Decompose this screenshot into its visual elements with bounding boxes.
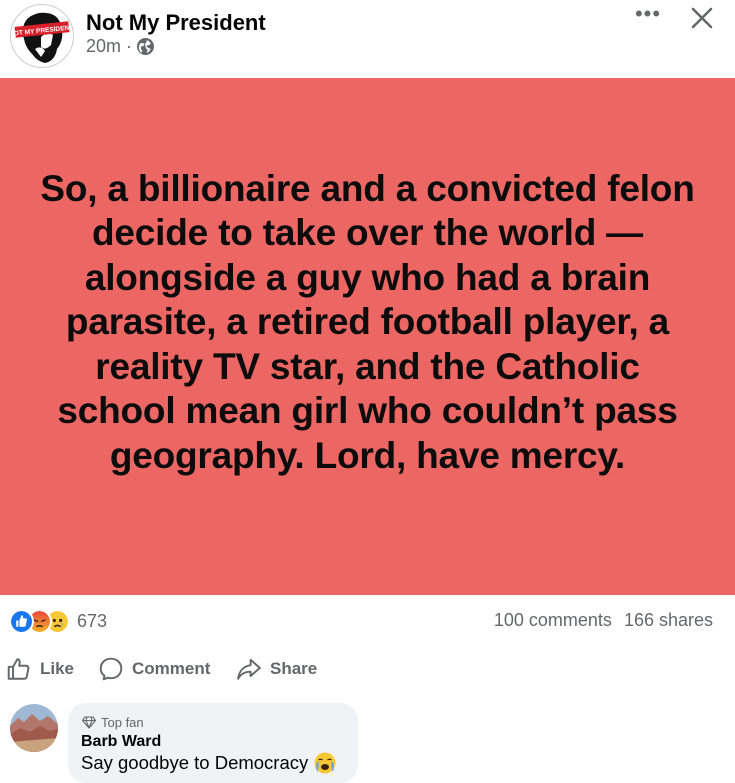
comment-bubble: Top fan Barb Ward Say goodbye to Democra… xyxy=(68,703,358,783)
reaction-count[interactable]: 673 xyxy=(77,611,107,632)
comment-text: Say goodbye to Democracy xyxy=(81,752,336,774)
close-icon[interactable] xyxy=(688,4,716,32)
reactions-summary[interactable]: 673 xyxy=(9,609,107,634)
comment: Top fan Barb Ward Say goodbye to Democra… xyxy=(0,700,735,783)
commenter-name[interactable]: Barb Ward xyxy=(81,733,161,751)
post-header: NOT MY PRESIDENT Not My President 20m · … xyxy=(0,0,735,78)
thumbs-up-icon xyxy=(7,658,30,680)
globe-icon xyxy=(137,38,155,55)
top-fan-label: Top fan xyxy=(101,715,144,730)
comments-count[interactable]: 100 comments xyxy=(494,610,612,631)
share-label: Share xyxy=(270,659,318,678)
share-arrow-icon xyxy=(237,658,261,680)
crying-face-emoji-icon xyxy=(314,752,336,774)
post-image-text: So, a billionaire and a convicted felon … xyxy=(40,167,695,476)
comment-bubble-icon xyxy=(99,657,123,681)
post-actions: Like Comment Share xyxy=(0,648,735,692)
commenter-avatar[interactable] xyxy=(10,704,58,752)
more-options-icon[interactable]: ••• xyxy=(632,3,664,28)
meta-separator: · xyxy=(126,36,133,56)
like-button[interactable]: Like xyxy=(6,656,74,682)
comment-label: Comment xyxy=(132,659,211,678)
diamond-icon xyxy=(82,716,96,729)
post-stats: 673 100 comments 166 shares xyxy=(0,598,735,642)
like-label: Like xyxy=(40,659,75,678)
post-time[interactable]: 20m xyxy=(86,36,121,57)
comment-button[interactable]: Comment xyxy=(98,656,210,682)
shares-count[interactable]: 166 shares xyxy=(624,610,713,631)
like-reaction-icon xyxy=(9,609,34,634)
share-button[interactable]: Share xyxy=(236,656,317,682)
comment-body: Say goodbye to Democracy xyxy=(81,752,309,773)
post-image[interactable]: So, a billionaire and a convicted felon … xyxy=(0,78,735,595)
engagement-counts: 100 comments 166 shares xyxy=(494,610,713,631)
commenter-avatar-image xyxy=(10,704,58,752)
post-meta: 20m · xyxy=(86,36,155,57)
avatar-image: NOT MY PRESIDENT xyxy=(11,5,73,67)
top-fan-badge: Top fan xyxy=(82,715,144,730)
page-avatar[interactable]: NOT MY PRESIDENT xyxy=(10,4,74,68)
page-name[interactable]: Not My President xyxy=(86,10,266,36)
